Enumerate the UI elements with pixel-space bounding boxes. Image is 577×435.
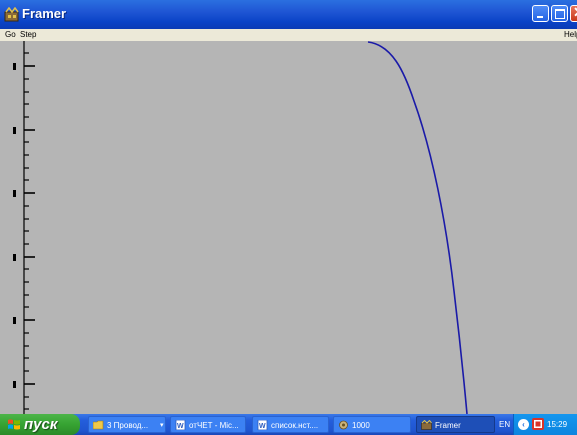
taskbar-button-label: 1000 [352, 421, 370, 430]
menu-bar: Go Step Help [0, 29, 577, 41]
start-label: пуск [24, 416, 58, 433]
close-button[interactable]: ✕ [570, 4, 577, 22]
window-title-bar[interactable]: Framer ✕ [0, 0, 577, 29]
minimize-button[interactable] [532, 5, 549, 22]
framer-app-icon [4, 7, 19, 22]
taskbar-button-label: Framer [435, 421, 461, 430]
chevron-down-icon: ▾ [160, 422, 164, 429]
start-button[interactable]: пуск [0, 414, 80, 435]
menu-go[interactable]: Go [4, 29, 17, 41]
folder-icon [93, 420, 104, 430]
plot-curve [367, 41, 468, 414]
maximize-button[interactable] [551, 5, 568, 22]
taskbar-button-explorer[interactable]: 3 Провод... ▾ [88, 416, 166, 433]
minimize-icon [537, 16, 543, 18]
menu-help[interactable]: Help [563, 29, 577, 41]
taskbar-button-1000[interactable]: 1000 [333, 416, 411, 433]
plot-canvas [13, 41, 468, 414]
taskbar-button-label: список.нст.... [271, 421, 319, 430]
svg-text:W: W [177, 423, 184, 430]
tray-app-icon[interactable] [532, 418, 544, 430]
word-document-icon: W [175, 420, 186, 430]
vertical-axis [23, 41, 35, 414]
window-title: Framer [22, 6, 67, 21]
close-icon: ✕ [573, 4, 577, 21]
app-icon [339, 420, 348, 430]
maximize-icon [555, 9, 565, 19]
show-hidden-icons-button[interactable]: ‹ [518, 419, 529, 430]
taskbar-button-label: 3 Провод... [107, 421, 149, 430]
svg-text:W: W [259, 423, 266, 430]
taskbar: пуск 3 Провод... ▾ W отЧЕТ - Mic... W сп… [0, 414, 577, 435]
clock[interactable]: 15:29 [547, 414, 567, 435]
taskbar-button-word-report[interactable]: W отЧЕТ - Mic... [170, 416, 246, 433]
taskbar-button-label: отЧЕТ - Mic... [189, 421, 239, 430]
word-document-icon: W [257, 420, 268, 430]
menu-step[interactable]: Step [19, 29, 37, 41]
taskbar-button-framer[interactable]: Framer [416, 416, 495, 433]
taskbar-button-word-list[interactable]: W список.нст.... [252, 416, 329, 433]
plot-area[interactable] [0, 41, 577, 414]
system-tray: ‹ 15:29 [513, 414, 577, 435]
axis-edge-marks [13, 63, 16, 388]
windows-logo-icon [8, 419, 20, 430]
framer-icon [421, 420, 432, 430]
